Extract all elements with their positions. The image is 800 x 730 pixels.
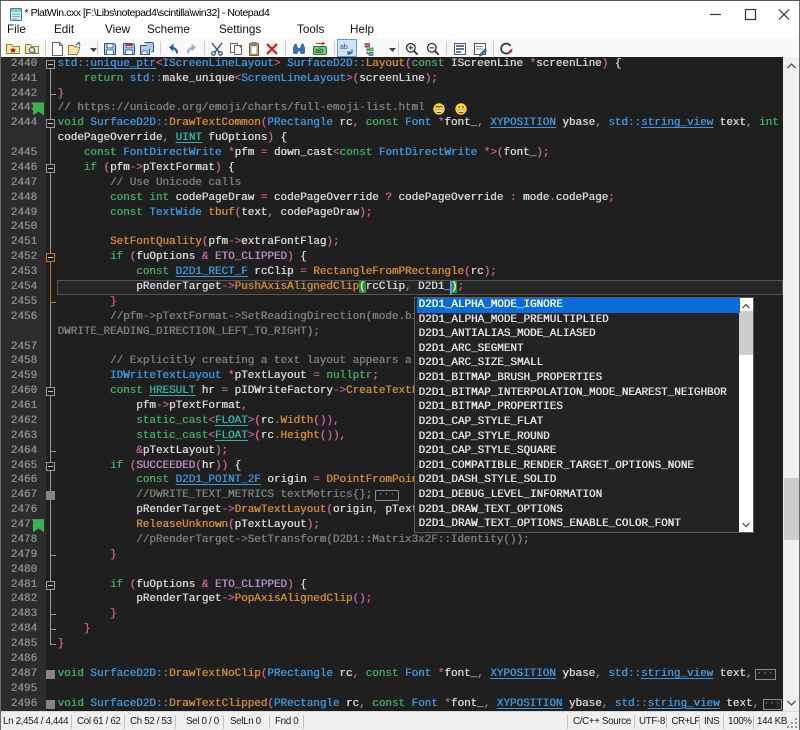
svg-text:ab: ab: [315, 46, 323, 55]
